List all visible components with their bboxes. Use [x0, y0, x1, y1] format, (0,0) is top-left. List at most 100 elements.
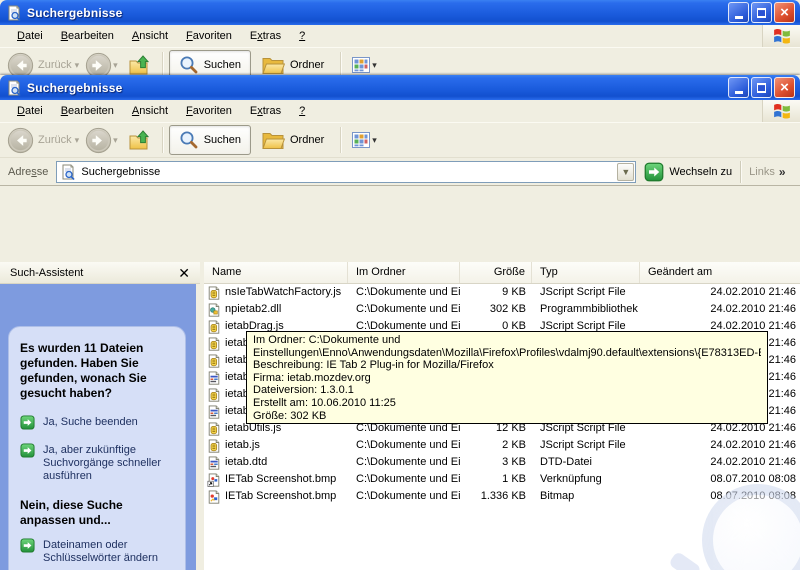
forward-dropdown-icon[interactable]: ▾ [113, 60, 118, 71]
toolbar: Zurück ▾ ▾ Suchen Ordner ▾ [0, 122, 800, 157]
table-row[interactable]: ietab.js C:\Dokumente und Einst... 2 KB … [204, 437, 800, 454]
search-option-link[interactable]: Dateinamen oder Schlüsselwörter ändern [20, 538, 174, 565]
folder-icon [261, 128, 285, 152]
window-title: Suchergebnisse [27, 81, 728, 95]
content-area: Such-Assistent ✕ Es wurden 11 Dateien ge… [0, 262, 800, 570]
menu-bar: Datei Bearbeiten Ansicht Favoriten Extra… [0, 25, 800, 47]
search-button[interactable]: Suchen [169, 50, 251, 75]
views-dropdown-icon[interactable]: ▾ [372, 60, 377, 71]
search-assistant-pane: Such-Assistent ✕ Es wurden 11 Dateien ge… [0, 262, 200, 570]
file-type-icon [207, 422, 221, 436]
window-title: Suchergebnisse [27, 6, 728, 20]
file-type-icon [207, 303, 221, 317]
column-headers: Name Im Ordner Größe Typ Geändert am [204, 262, 800, 284]
menu-ansicht[interactable]: Ansicht [123, 102, 177, 121]
close-button[interactable]: × [774, 2, 795, 23]
green-arrow-icon [20, 538, 35, 553]
menu-datei[interactable]: Datei [8, 27, 52, 46]
menu-ansicht[interactable]: Ansicht [123, 27, 177, 46]
column-header-size[interactable]: Größe [460, 262, 532, 283]
green-arrow-icon [20, 415, 35, 430]
menu-bearbeiten[interactable]: Bearbeiten [52, 27, 123, 46]
views-icon [351, 55, 371, 75]
file-type-icon [207, 286, 221, 300]
search-option-link[interactable]: Ja, aber zukünftige Suchvorgänge schnell… [20, 443, 174, 483]
folders-button[interactable]: Ordner [251, 125, 334, 155]
close-button[interactable]: × [774, 77, 795, 98]
menu-favoriten[interactable]: Favoriten [177, 102, 241, 121]
table-row[interactable]: nsIeTabWatchFactory.js C:\Dokumente und … [204, 284, 800, 301]
file-type-icon [207, 456, 221, 470]
menu-extras[interactable]: Extras [241, 102, 290, 121]
up-button[interactable] [128, 53, 152, 75]
forward-button[interactable] [85, 52, 112, 76]
file-type-icon [207, 320, 221, 334]
file-type-icon [207, 439, 221, 453]
search-button[interactable]: Suchen [169, 125, 251, 155]
address-value: Suchergebnisse [81, 166, 617, 178]
window-icon [6, 80, 22, 96]
window-icon [6, 5, 22, 21]
views-dropdown-icon[interactable]: ▾ [372, 135, 377, 146]
forward-dropdown-icon[interactable]: ▾ [113, 135, 118, 146]
back-button[interactable] [7, 52, 34, 76]
search-icon [179, 55, 199, 75]
views-button[interactable]: ▾ [351, 55, 383, 75]
menu-extras[interactable]: Extras [241, 27, 290, 46]
green-arrow-icon [20, 443, 35, 458]
forward-button[interactable] [85, 127, 112, 154]
column-header-folder[interactable]: Im Ordner [348, 262, 460, 283]
table-row[interactable]: IETab Screenshot.bmp C:\Dokumente und Ei… [204, 471, 800, 488]
pane-header: Such-Assistent ✕ [0, 262, 200, 284]
window-front: Suchergebnisse × Datei Bearbeiten Ansich… [0, 75, 800, 570]
table-row[interactable]: ietab.dtd C:\Dokumente und Einst... 3 KB… [204, 454, 800, 471]
pane-close-icon[interactable]: ✕ [178, 266, 190, 280]
file-type-icon [207, 473, 221, 487]
go-arrow-icon [644, 162, 664, 182]
folders-button[interactable]: Ordner [251, 50, 334, 75]
links-toolbar[interactable]: Links [749, 166, 775, 178]
table-row[interactable]: npietab2.dll C:\Dokumente und Einst... 3… [204, 301, 800, 318]
menu-hilfe[interactable]: ? [290, 102, 314, 121]
title-bar[interactable]: Suchergebnisse × [0, 0, 800, 25]
minimize-button[interactable] [728, 77, 749, 98]
title-bar[interactable]: Suchergebnisse × [0, 75, 800, 100]
file-type-icon [207, 371, 221, 385]
go-button[interactable]: Wechseln zu [644, 162, 732, 182]
windows-logo-icon [762, 25, 800, 47]
window-back: Suchergebnisse × Datei Bearbeiten Ansich… [0, 0, 800, 75]
column-header-type[interactable]: Typ [532, 262, 640, 283]
table-row[interactable]: IETab Screenshot.bmp C:\Dokumente und Ei… [204, 488, 800, 505]
search-icon [179, 130, 199, 150]
column-header-name[interactable]: Name [204, 262, 348, 283]
up-button[interactable] [128, 128, 152, 152]
links-chevron-icon[interactable]: » [779, 165, 786, 179]
file-info-tooltip: Im Ordner: C:\Dokumente und Einstellunge… [246, 331, 768, 424]
back-dropdown-icon[interactable]: ▾ [75, 60, 80, 71]
views-button[interactable]: ▾ [351, 130, 383, 150]
restore-button[interactable] [751, 2, 772, 23]
menu-hilfe[interactable]: ? [290, 27, 314, 46]
restore-button[interactable] [751, 77, 772, 98]
pane-title: Such-Assistent [10, 267, 178, 279]
minimize-button[interactable] [728, 2, 749, 23]
toolbar: Zurück ▾ ▾ Suchen Ordner ▾ [0, 47, 800, 75]
address-bar: Adresse Suchergebnisse ▼ Wechseln zu Lin… [0, 157, 800, 186]
views-icon [351, 130, 371, 150]
menu-bearbeiten[interactable]: Bearbeiten [52, 102, 123, 121]
search-option-link[interactable]: Ja, Suche beenden [20, 415, 174, 430]
pane-body: Es wurden 11 Dateien gefunden. Haben Sie… [0, 284, 196, 570]
back-dropdown-icon[interactable]: ▾ [75, 135, 80, 146]
address-input[interactable]: Suchergebnisse ▼ [56, 161, 636, 183]
address-dropdown-button[interactable]: ▼ [617, 163, 634, 181]
back-label: Zurück [38, 59, 72, 71]
result-summary: Es wurden 11 Dateien gefunden. Haben Sie… [20, 341, 174, 401]
search-results-list: Name Im Ordner Größe Typ Geändert am nsI… [204, 262, 800, 570]
menu-favoriten[interactable]: Favoriten [177, 27, 241, 46]
folder-icon [261, 53, 285, 75]
column-header-modified[interactable]: Geändert am [640, 262, 800, 283]
menu-bar: Datei Bearbeiten Ansicht Favoriten Extra… [0, 100, 800, 122]
back-label: Zurück [38, 134, 72, 146]
back-button[interactable] [7, 127, 34, 154]
menu-datei[interactable]: Datei [8, 102, 52, 121]
